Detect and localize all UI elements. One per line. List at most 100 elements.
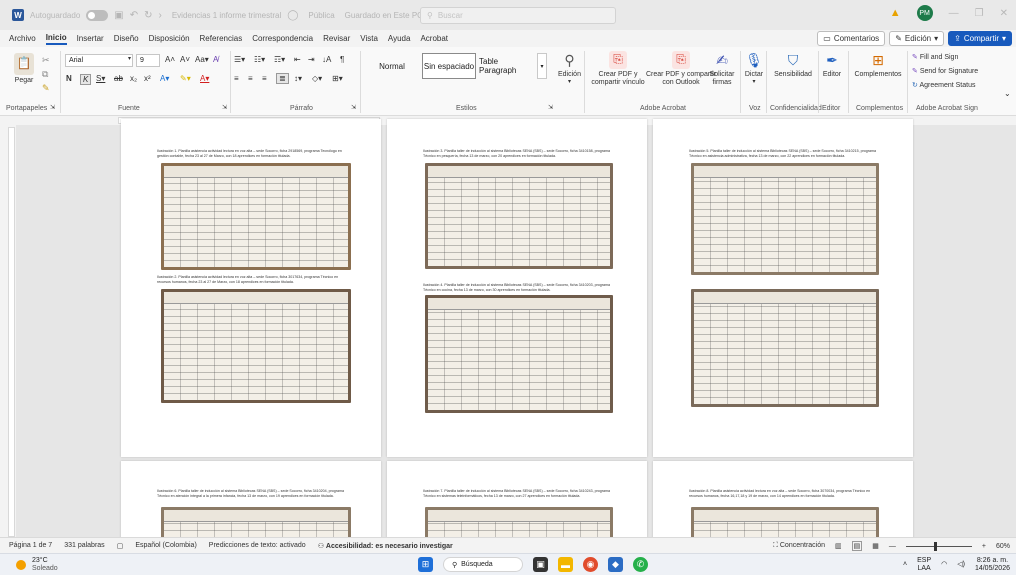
chevron-down-icon[interactable]: ▾ [128,55,131,62]
more-icon[interactable]: › [159,10,162,21]
redo-icon[interactable]: ↻ [144,10,152,21]
page[interactable]: Ilustración 3. Planilla taller de inducc… [387,119,647,457]
font-name-select[interactable]: Arial [65,54,133,67]
share-button[interactable]: ⇪ Compartir ▾ [948,31,1012,46]
addins-button[interactable]: ⊞ Complementos [852,51,904,79]
page-count[interactable]: Página 1 de 7 [9,542,52,549]
dialog-launcher-icon[interactable]: ⇲ [351,104,356,111]
minimize-icon[interactable]: — [949,8,959,19]
dialog-launcher-icon[interactable]: ⇲ [548,104,553,111]
menu-correspondencia[interactable]: Correspondencia [252,34,313,43]
copy-icon[interactable]: ⧉ [42,69,48,80]
change-case-icon[interactable]: Aa▾ [195,55,209,64]
menu-insertar[interactable]: Insertar [77,34,104,43]
line-spacing-icon[interactable]: ↕▾ [294,74,302,83]
restore-icon[interactable]: ❐ [975,8,984,19]
send-for-signature-button[interactable]: ✎ Send for Signature [912,67,978,75]
shrink-font-icon[interactable]: A˅ [180,55,190,64]
shading-icon[interactable]: ◇▾ [312,74,322,83]
chrome-icon[interactable]: ◉ [583,557,598,572]
superscript-icon[interactable]: x² [144,74,151,83]
warning-icon[interactable]: ▲ [890,7,901,19]
italic-icon[interactable]: K [80,74,92,85]
avatar[interactable]: PM [916,5,933,21]
multilevel-list-icon[interactable]: ☶▾ [274,55,285,64]
text-effects-icon[interactable]: A▾ [160,74,169,83]
clear-format-icon[interactable]: A̸ [213,55,218,64]
spelling-icon[interactable]: ▢ [117,542,124,550]
word-count[interactable]: 331 palabras [64,542,104,549]
bold-icon[interactable]: N [66,74,72,83]
menu-referencias[interactable]: Referencias [200,34,243,43]
show-marks-icon[interactable]: ¶ [340,55,344,64]
align-right-icon[interactable]: ≡ [262,74,267,83]
volume-icon[interactable]: ◁) [957,561,965,569]
editor-button[interactable]: ✒ Editor [820,51,844,79]
search-box[interactable]: ⚲ Buscar [420,7,616,24]
grow-font-icon[interactable]: A˄ [165,55,175,64]
text-predictions[interactable]: Predicciones de texto: activado [209,542,306,549]
print-layout-icon[interactable]: ▤ [851,541,863,551]
dialog-launcher-icon[interactable]: ⇲ [222,104,227,111]
numbering-icon[interactable]: ☷▾ [254,55,265,64]
menu-ayuda[interactable]: Ayuda [388,34,411,43]
create-pdf-share-link-button[interactable]: ⎘ Crear PDF y compartir vínculo [588,51,648,87]
format-painter-icon[interactable]: ✎ [42,83,50,94]
autosave-toggle[interactable] [86,9,109,21]
vertical-ruler[interactable] [8,127,15,537]
clock[interactable]: 8:26 a. m. 14/05/2026 [975,557,1010,572]
page[interactable]: Ilustración 1. Planilla asistencia activ… [121,119,381,457]
focus-button[interactable]: ⛶ Concentración [773,542,825,550]
store-icon[interactable]: ◆ [608,557,623,572]
start-icon[interactable]: ⊞ [418,557,433,572]
editing-mode-button[interactable]: ✎ Edición ▾ [889,31,945,46]
menu-archivo[interactable]: Archivo [9,34,36,43]
dictate-button[interactable]: 🎙 Dictar ▾ [744,51,764,86]
attendance-photo[interactable] [691,163,879,275]
request-signatures-button[interactable]: ✍ Solicitar firmas [705,51,739,87]
menu-diseno[interactable]: Diseño [114,34,139,43]
attendance-photo[interactable] [691,289,879,407]
zoom-level[interactable]: 60% [996,543,1010,550]
menu-inicio[interactable]: Inicio [45,33,67,45]
attendance-photo[interactable] [425,295,613,413]
zoom-in-icon[interactable]: + [982,543,986,550]
style-table-paragraph[interactable]: Table Paragraph [478,53,536,79]
increase-indent-icon[interactable]: ⇥ [308,55,315,64]
style-no-spacing[interactable]: Sin espaciado [422,53,476,79]
comments-button[interactable]: ▭ Comentarios [817,31,886,46]
chevron-up-icon[interactable]: ˄ [903,561,907,569]
collapse-ribbon-icon[interactable]: ⌄ [1004,89,1011,98]
font-size-select[interactable]: 9 [136,54,160,67]
document-title[interactable]: Evidencias 1 informe trimestral [172,11,281,20]
bullets-icon[interactable]: ☰▾ [234,55,245,64]
document-workspace[interactable]: Ilustración 1. Planilla asistencia activ… [16,119,1016,551]
language[interactable]: Español (Colombia) [135,542,196,549]
fill-and-sign-button[interactable]: ✎ Fill and Sign [912,53,958,61]
styles-gallery-expand[interactable]: ▾ [537,53,547,79]
attendance-photo[interactable] [161,163,351,270]
file-explorer-icon[interactable]: ▬ [558,557,573,572]
decrease-indent-icon[interactable]: ⇤ [294,55,301,64]
zoom-out-icon[interactable]: — [889,543,896,550]
attendance-photo[interactable] [161,289,351,403]
style-normal[interactable]: Normal [366,53,418,79]
language-indicator[interactable]: ESP LAA [917,557,931,572]
menu-acrobat[interactable]: Acrobat [420,34,448,43]
justify-icon[interactable]: ≣ [276,73,289,84]
undo-icon[interactable]: ↶ [130,10,138,21]
font-color-icon[interactable]: A▾ [200,74,209,83]
dialog-launcher-icon[interactable]: ⇲ [50,104,55,111]
align-left-icon[interactable]: ≡ [234,74,239,83]
sort-icon[interactable]: ↓A [322,55,331,64]
task-view-icon[interactable]: ▣ [533,557,548,572]
read-mode-icon[interactable]: ▥ [835,542,842,550]
wifi-icon[interactable]: ◠ [941,561,947,569]
menu-vista[interactable]: Vista [360,34,378,43]
page[interactable]: Ilustración 5. Planilla taller de inducc… [653,119,913,457]
attendance-photo[interactable] [425,163,613,269]
menu-revisar[interactable]: Revisar [323,34,350,43]
underline-icon[interactable]: S▾ [96,74,105,83]
highlight-icon[interactable]: ✎▾ [180,74,191,83]
cut-icon[interactable]: ✂ [42,55,50,66]
